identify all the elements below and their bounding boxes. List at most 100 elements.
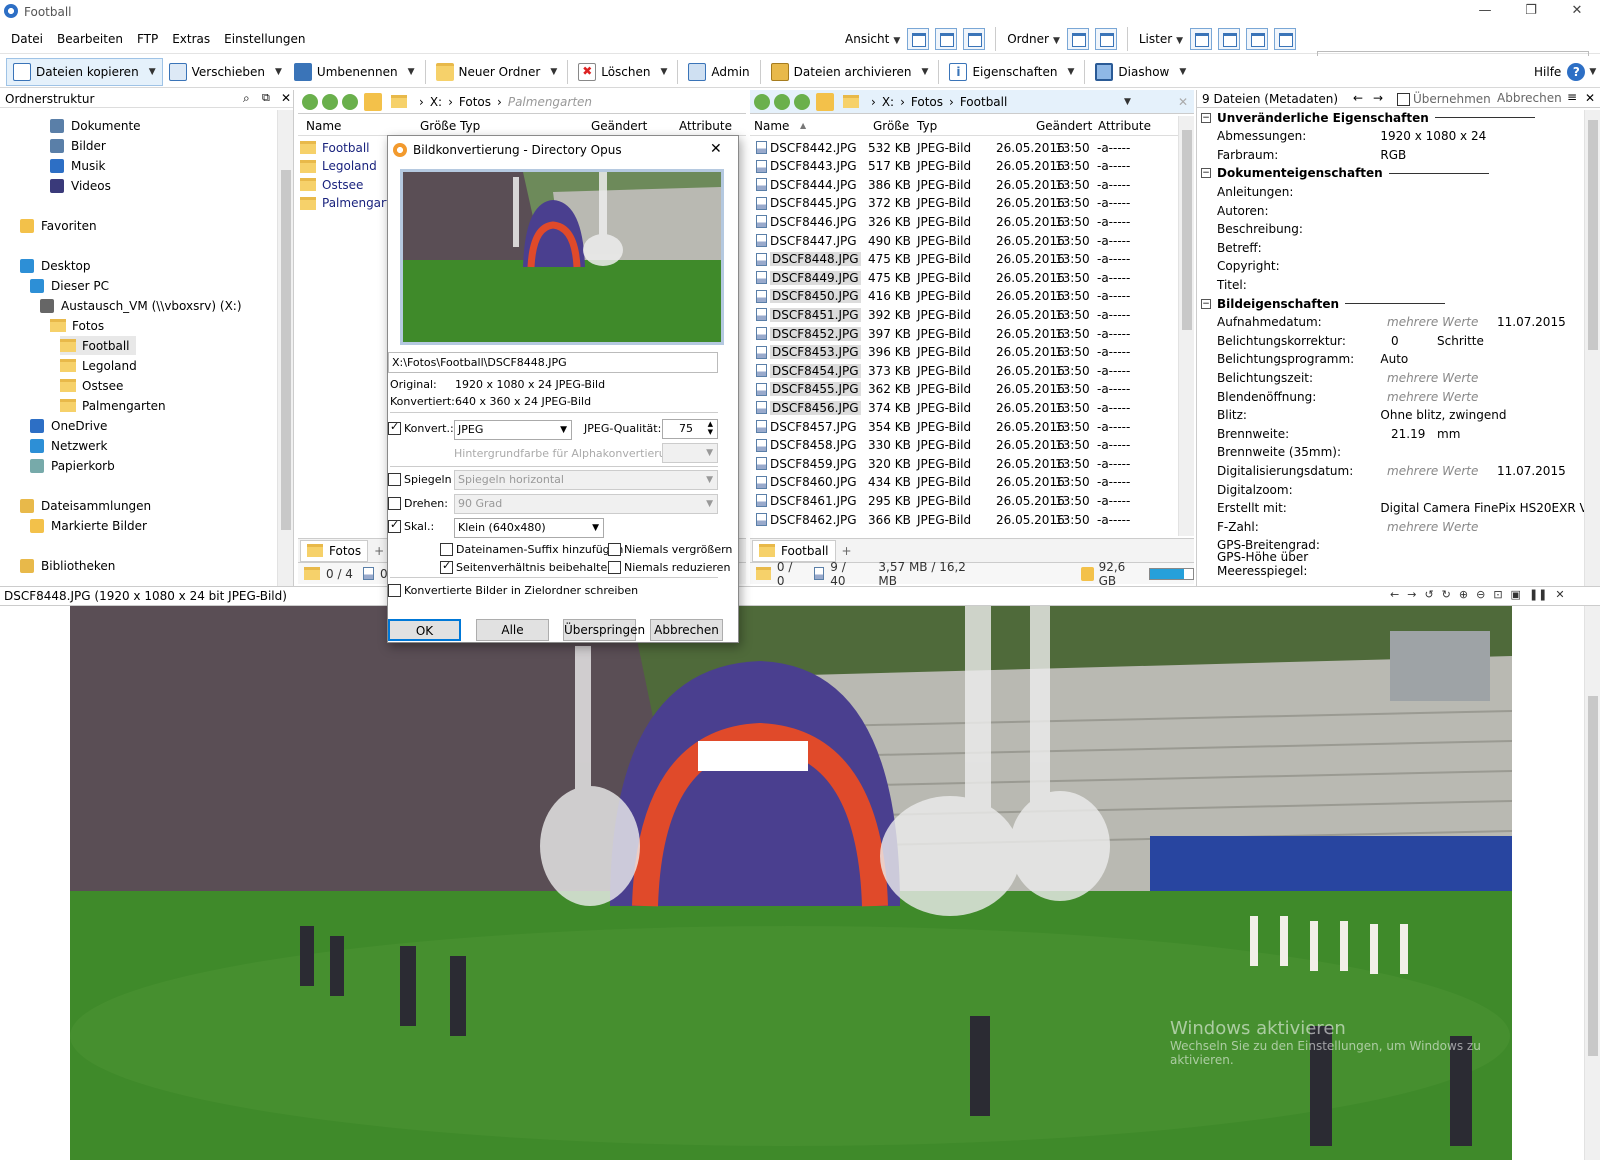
collapse-icon[interactable]: − <box>1201 298 1211 309</box>
ok-button[interactable]: OK <box>388 619 461 641</box>
col-changed[interactable]: Geändert <box>1036 119 1092 133</box>
chevron-down-icon[interactable]: ▼ <box>550 67 557 77</box>
convert-format-select[interactable]: JPEG ▼ <box>454 420 572 440</box>
help-button[interactable]: Hilfe ? ▼ <box>1528 58 1600 86</box>
close-icon[interactable]: ✕ <box>1585 91 1595 105</box>
col-name[interactable]: Name <box>754 119 789 133</box>
meta-scrollbar[interactable] <box>1584 110 1600 586</box>
ansicht-menu[interactable]: Ansicht ▼ <box>838 26 907 52</box>
pause-icon[interactable]: ❚❚ <box>1529 588 1547 601</box>
fullscreen-icon[interactable]: ▣ <box>1511 588 1521 601</box>
popout-icon[interactable]: ⧉ <box>262 91 270 105</box>
fit-icon[interactable]: ⊡ <box>1493 588 1502 601</box>
collapse-icon[interactable]: − <box>1201 112 1211 123</box>
col-size[interactable]: Größe <box>873 119 909 133</box>
checkbox[interactable] <box>388 420 401 435</box>
back-icon[interactable] <box>754 93 770 110</box>
lister-single-icon[interactable] <box>1190 28 1213 50</box>
tree-item[interactable]: Legoland <box>60 356 137 375</box>
meta-row[interactable]: Belichtungskorrektur: 0 Schritte <box>1217 331 1587 350</box>
add-tab-icon[interactable]: + <box>374 544 384 558</box>
meta-row[interactable]: F-Zahl: mehrere Werte <box>1217 517 1587 536</box>
tree-item[interactable]: Desktop <box>20 256 91 275</box>
meta-row[interactable]: Copyright: <box>1217 257 1587 276</box>
lister-dual-icon[interactable] <box>1218 28 1241 50</box>
close-icon[interactable]: ✕ <box>1555 588 1564 601</box>
apply-checkbox[interactable]: Übernehmen <box>1397 92 1491 106</box>
meta-row[interactable]: Digitalisierungsdatum: mehrere Werte 11.07… <box>1217 461 1587 480</box>
col-type[interactable]: Typ <box>460 119 480 133</box>
favorite-icon[interactable] <box>364 92 382 111</box>
meta-row[interactable]: Digitalzoom: <box>1217 480 1587 499</box>
dialog-close-icon[interactable]: ✕ <box>710 141 722 157</box>
tree-item[interactable]: Dokumente <box>50 116 141 135</box>
tree-item[interactable]: Musik <box>50 156 106 175</box>
tree-item[interactable]: Palmengarten <box>60 396 166 415</box>
up-icon[interactable] <box>342 93 358 110</box>
folder-row[interactable]: Legoland <box>300 157 377 176</box>
noreduce-checkbox[interactable]: Niemals reduzieren <box>608 561 730 574</box>
scroll-thumb[interactable] <box>1182 130 1192 330</box>
table-row[interactable]: DSCF8452.JPG 397 KB JPEG-Bild 26.05.2016 13:… <box>750 324 1178 343</box>
scale-select[interactable]: Klein (640x480) ▼ <box>454 518 604 538</box>
tree-item[interactable]: Papierkorb <box>30 456 115 475</box>
meta-row[interactable]: Farbraum: RGB <box>1217 145 1587 164</box>
meta-row[interactable]: GPS-Höhe über Meeresspiegel: <box>1217 550 1587 578</box>
meta-row[interactable]: Belichtungsprogramm: Auto <box>1217 350 1587 369</box>
path-segment[interactable]: Fotos <box>911 95 943 109</box>
col-type[interactable]: Typ <box>917 119 937 133</box>
table-row[interactable]: DSCF8442.JPG 532 KB JPEG-Bild 26.05.2016 13:… <box>750 138 1178 157</box>
new-folder-button[interactable]: Neuer Ordner ▼ <box>430 58 564 86</box>
meta-row[interactable]: Autoren: <box>1217 201 1587 220</box>
col-attr[interactable]: Attribute <box>1098 119 1151 133</box>
table-row[interactable]: DSCF8456.JPG 374 KB JPEG-Bild 26.05.2016 13:… <box>750 398 1178 417</box>
table-row[interactable]: DSCF8449.JPG 475 KB JPEG-Bild 26.05.2016 13:… <box>750 268 1178 287</box>
table-row[interactable]: DSCF8450.JPG 416 KB JPEG-Bild 26.05.2016 13:… <box>750 287 1178 306</box>
dest-checkbox[interactable]: Konvertierte Bilder in Zielordner schrei… <box>388 584 638 597</box>
meta-section[interactable]: − Unveränderliche Eigenschaften <box>1201 108 1535 127</box>
rename-button[interactable]: Umbenennen ▼ <box>288 58 421 86</box>
suffix-checkbox[interactable]: Dateinamen-Suffix hinzufügen <box>440 543 623 556</box>
path-segment[interactable]: X: <box>882 95 894 109</box>
scroll-thumb[interactable] <box>1588 696 1598 1056</box>
menu-bearbeiten[interactable]: Bearbeiten <box>50 26 130 52</box>
path-segment[interactable]: X: <box>430 95 442 109</box>
all-button[interactable]: Alle <box>476 619 549 641</box>
tree-item[interactable]: Dateisammlungen <box>20 496 151 515</box>
meta-row[interactable]: Beschreibung: <box>1217 220 1587 239</box>
lister-tree-icon[interactable] <box>1246 28 1269 50</box>
chevron-down-icon[interactable]: ▼ <box>922 67 929 77</box>
chevron-down-icon[interactable]: ▼ <box>1179 67 1186 77</box>
tree-item[interactable]: Ostsee <box>60 376 123 395</box>
football-photo[interactable]: Windows aktivieren Wechseln Sie zu den E… <box>70 606 1512 1160</box>
prev-icon[interactable]: ← <box>1390 588 1399 601</box>
copy-files-button[interactable]: Dateien kopieren ▼ <box>6 57 163 86</box>
tab-fotos[interactable]: Fotos <box>300 539 369 562</box>
table-row[interactable]: DSCF8451.JPG 392 KB JPEG-Bild 26.05.2016 13:… <box>750 305 1178 324</box>
tree-item[interactable]: Dieser PC <box>30 276 109 295</box>
delete-button[interactable]: ✖ Löschen ▼ <box>572 58 673 86</box>
admin-button[interactable]: Admin <box>682 58 755 86</box>
favorite-icon[interactable] <box>816 92 834 111</box>
forward-icon[interactable] <box>774 93 790 110</box>
close-icon[interactable]: ✕ <box>1178 95 1188 109</box>
meta-row[interactable]: Anleitungen: <box>1217 182 1587 201</box>
aspect-checkbox[interactable]: Seitenverhältnis beibehalten <box>440 559 614 574</box>
chevron-down-icon[interactable]: ▼ <box>408 67 415 77</box>
path-segment[interactable]: Fotos <box>459 95 491 109</box>
checkbox[interactable] <box>608 543 621 556</box>
chevron-down-icon[interactable]: ▼ <box>1124 97 1131 107</box>
quality-stepper[interactable]: 75 ▲ ▼ <box>662 419 718 439</box>
table-row[interactable]: DSCF8444.JPG 386 KB JPEG-Bild 26.05.2016 13:… <box>750 175 1178 194</box>
restore-icon[interactable]: ❐ <box>1508 0 1554 24</box>
path-segment[interactable]: Palmengarten <box>508 95 592 109</box>
table-row[interactable]: DSCF8447.JPG 490 KB JPEG-Bild 26.05.2016 13:… <box>750 231 1178 250</box>
ordner-menu[interactable]: Ordner ▼ <box>1000 26 1067 52</box>
table-row[interactable]: DSCF8446.JPG 326 KB JPEG-Bild 26.05.2016 13:… <box>750 212 1178 231</box>
menu-einstellungen[interactable]: Einstellungen <box>217 26 312 52</box>
meta-row[interactable]: Blitz: Ohne blitz, zwingend <box>1217 406 1587 425</box>
chevron-down-icon[interactable]: ▼ <box>1068 67 1075 77</box>
move-button[interactable]: Verschieben ▼ <box>163 58 288 86</box>
cancel-button[interactable]: Abbrechen <box>650 619 723 641</box>
chevron-down-icon[interactable]: ▼ <box>661 67 668 77</box>
